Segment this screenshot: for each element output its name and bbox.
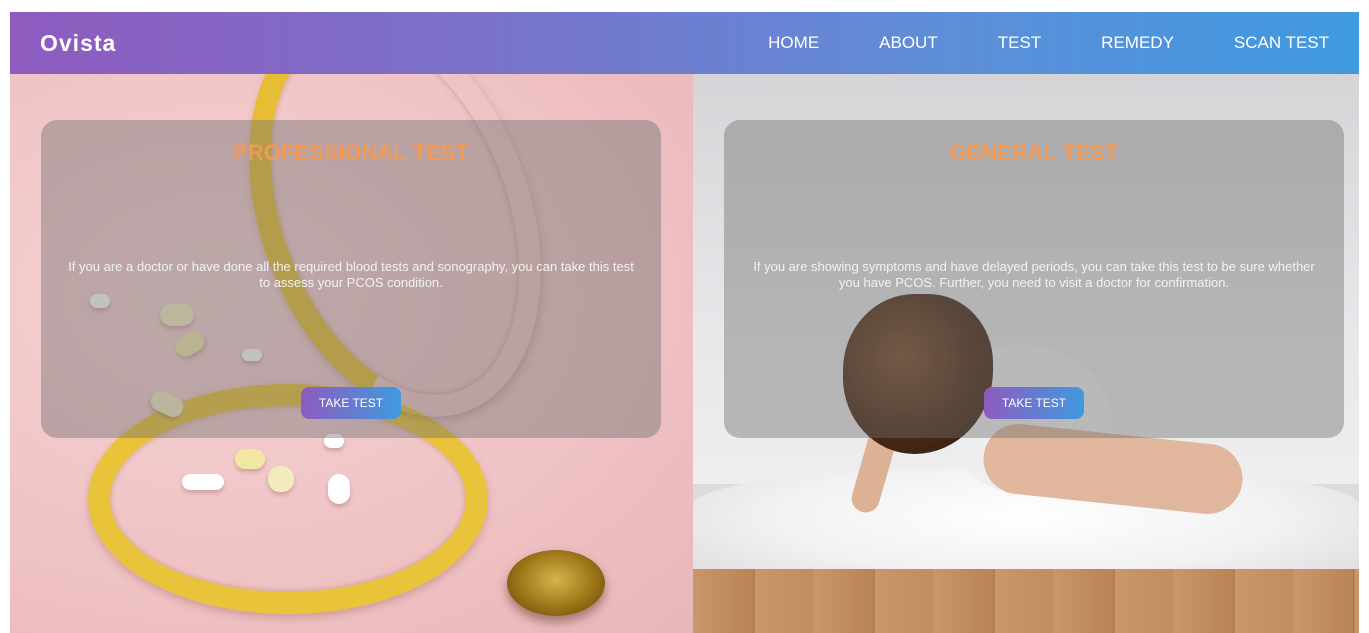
page-frame: Ovista HOME ABOUT TEST REMEDY SCAN TEST xyxy=(10,12,1359,633)
nav-link-remedy[interactable]: REMEDY xyxy=(1101,33,1174,53)
take-test-button[interactable]: TAKE TEST xyxy=(301,387,401,419)
brand-logo[interactable]: Ovista xyxy=(40,30,116,57)
nav-link-scan-test[interactable]: SCAN TEST xyxy=(1234,33,1329,53)
general-test-panel: GENERAL TEST If you are showing symptoms… xyxy=(693,74,1359,633)
card-description: If you are a doctor or have done all the… xyxy=(68,259,634,290)
navbar: Ovista HOME ABOUT TEST REMEDY SCAN TEST xyxy=(10,12,1359,74)
general-test-card: GENERAL TEST If you are showing symptoms… xyxy=(724,120,1344,438)
professional-test-panel: PROFESSIONAL TEST If you are a doctor or… xyxy=(10,74,693,633)
card-title: GENERAL TEST xyxy=(949,140,1119,165)
card-description: If you are showing symptoms and have del… xyxy=(753,259,1315,290)
stethoscope-chest-piece xyxy=(507,550,605,616)
pill xyxy=(182,474,224,490)
professional-test-card: PROFESSIONAL TEST If you are a doctor or… xyxy=(41,120,661,438)
nav-link-about[interactable]: ABOUT xyxy=(879,33,938,53)
nav-links: HOME ABOUT TEST REMEDY SCAN TEST xyxy=(708,33,1329,53)
pill xyxy=(328,474,350,504)
card-title: PROFESSIONAL TEST xyxy=(233,140,469,165)
pill xyxy=(235,449,265,469)
nav-link-home[interactable]: HOME xyxy=(768,33,819,53)
wood-floor xyxy=(693,569,1359,633)
nav-link-test[interactable]: TEST xyxy=(998,33,1041,53)
take-test-button[interactable]: TAKE TEST xyxy=(984,387,1084,419)
pill xyxy=(268,466,294,492)
